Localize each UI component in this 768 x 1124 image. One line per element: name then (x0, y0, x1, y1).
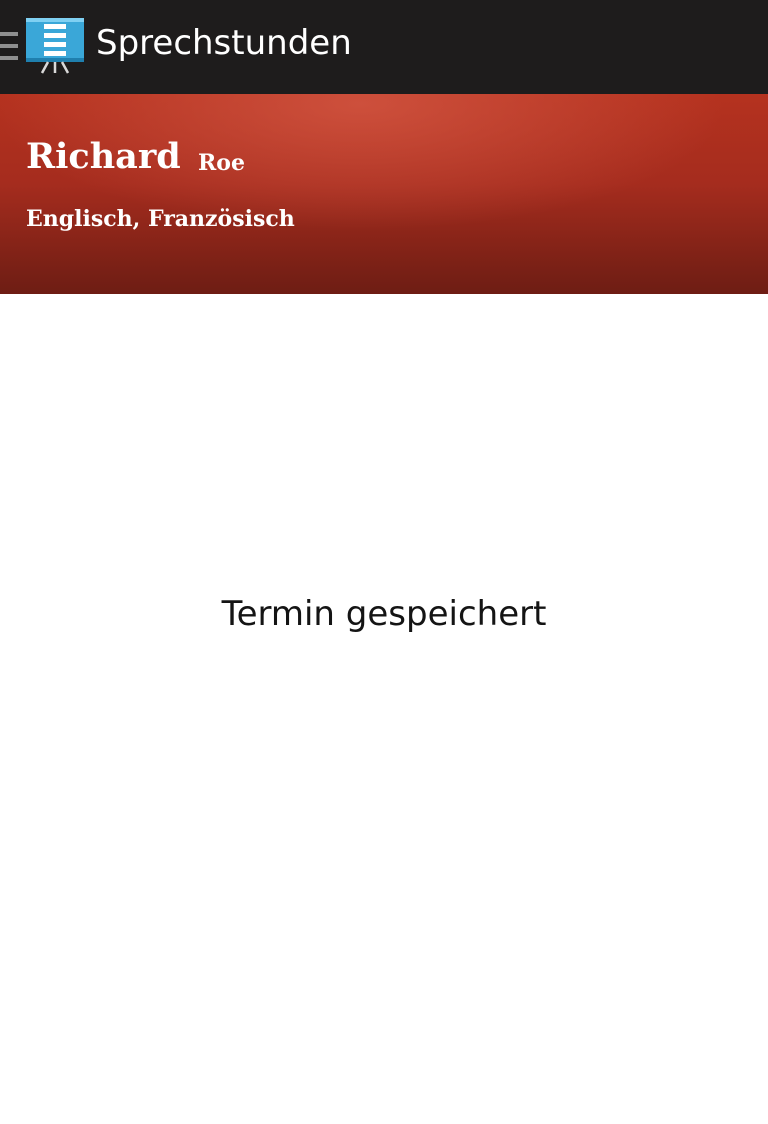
menu-icon-bar-middle (0, 44, 18, 48)
app-title: Sprechstunden (96, 23, 352, 63)
menu-icon-bar-bottom (0, 56, 18, 60)
teacher-first-name: Richard (26, 136, 181, 177)
teacher-subjects: Englisch, Französisch (26, 206, 295, 232)
status-message: Termin gespeichert (221, 594, 547, 634)
teacher-header: Richard Roe Englisch, Französisch (0, 94, 768, 294)
teacher-last-name: Roe (198, 150, 245, 176)
menu-icon-bar-top (0, 32, 18, 36)
action-bar: Sprechstunden (0, 0, 768, 94)
presentation-board-icon[interactable] (24, 16, 86, 74)
menu-icon[interactable] (0, 30, 24, 64)
